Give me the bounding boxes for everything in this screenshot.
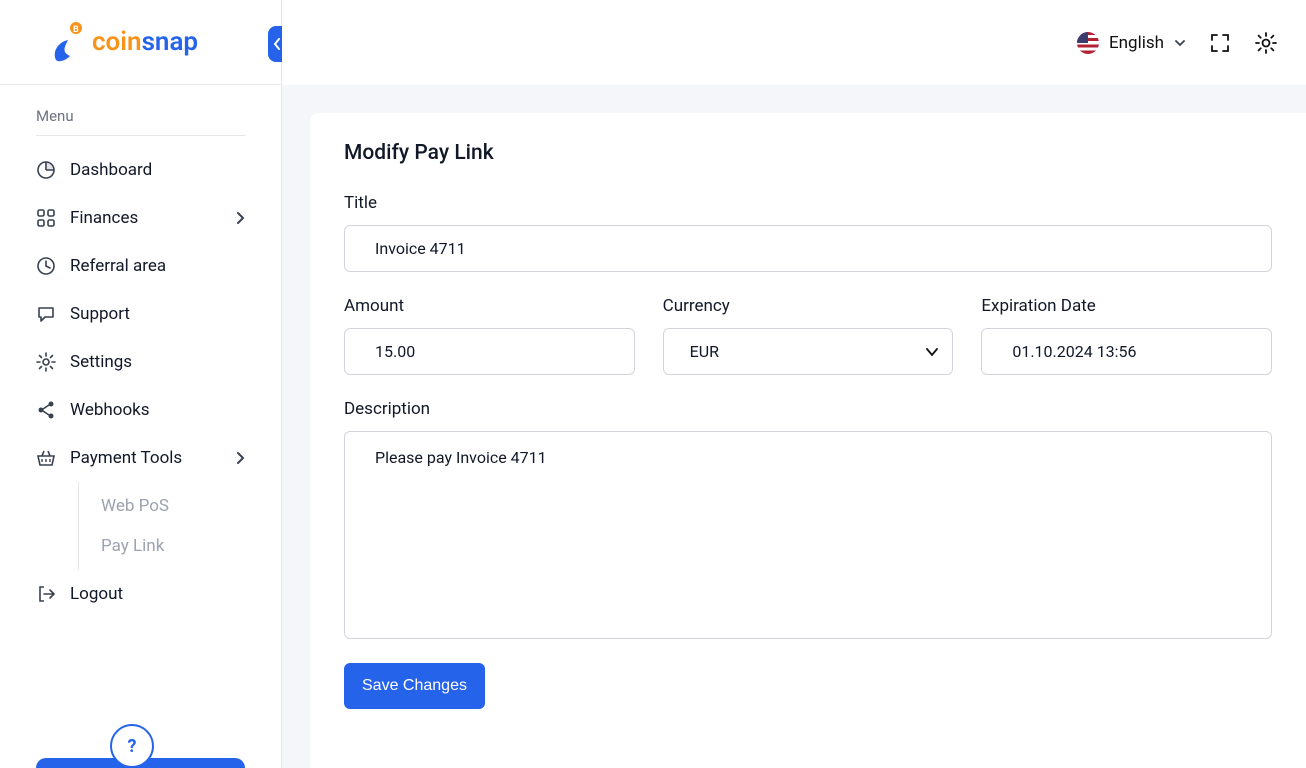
sidebar-item-referral[interactable]: Referral area	[18, 242, 263, 290]
label-amount: Amount	[344, 296, 635, 316]
chat-icon	[36, 304, 56, 324]
chevron-down-icon	[1174, 39, 1186, 47]
select-currency[interactable]: EUR	[663, 328, 954, 375]
logout-icon	[36, 584, 56, 604]
content-card: Modify Pay Link Title Amount Currency EU…	[310, 113, 1306, 768]
sidebar-item-support[interactable]: Support	[18, 290, 263, 338]
input-title[interactable]	[344, 225, 1272, 272]
topbar: English	[282, 0, 1306, 85]
logo[interactable]: B coinsnap	[50, 22, 198, 62]
logo-mark-icon: B	[50, 22, 84, 62]
page-title: Modify Pay Link	[344, 141, 1272, 165]
field-amount: Amount	[344, 296, 635, 375]
sidebar-item-label: Settings	[70, 352, 132, 372]
input-amount[interactable]	[344, 328, 635, 375]
sidebar-item-label: Webhooks	[70, 400, 150, 420]
logo-area: B coinsnap	[0, 0, 281, 85]
main-area: Modify Pay Link Title Amount Currency EU…	[282, 85, 1306, 768]
sidebar-item-logout[interactable]: Logout	[18, 570, 263, 618]
fullscreen-icon[interactable]	[1208, 31, 1232, 55]
textarea-description[interactable]	[344, 431, 1272, 639]
nav: Dashboard Finances Referral area Support…	[0, 146, 281, 618]
language-label: English	[1109, 33, 1164, 53]
logo-text: coinsnap	[92, 27, 198, 57]
save-button[interactable]: Save Changes	[344, 663, 485, 709]
settings-gear-icon[interactable]	[1254, 31, 1278, 55]
sidebar-item-label: Payment Tools	[70, 448, 182, 468]
sidebar-item-label: Support	[70, 304, 130, 324]
gear-icon	[36, 352, 56, 372]
sidebar-item-label: Referral area	[70, 256, 166, 276]
menu-section-label: Menu	[36, 85, 245, 136]
field-title: Title	[344, 193, 1272, 272]
help-button[interactable]	[110, 724, 154, 768]
svg-text:B: B	[73, 25, 79, 35]
flag-us-icon	[1077, 32, 1099, 54]
sidebar-item-webhooks[interactable]: Webhooks	[18, 386, 263, 434]
sidebar-item-payment-tools[interactable]: Payment Tools	[18, 434, 263, 482]
label-currency: Currency	[663, 296, 954, 316]
sidebar: B coinsnap Menu Dashboard Finances Refer…	[0, 0, 282, 768]
chevron-right-icon	[235, 451, 245, 465]
basket-icon	[36, 448, 56, 468]
share-icon	[36, 400, 56, 420]
sidebar-item-label: Finances	[70, 208, 138, 228]
grid-icon	[36, 208, 56, 228]
chevron-right-icon	[235, 211, 245, 225]
label-title: Title	[344, 193, 1272, 213]
label-expiration: Expiration Date	[981, 296, 1272, 316]
submenu-item-web-pos[interactable]: Web PoS	[95, 486, 263, 526]
label-description: Description	[344, 399, 1272, 419]
sidebar-item-label: Dashboard	[70, 160, 152, 180]
payment-tools-submenu: Web PoS Pay Link	[78, 482, 263, 570]
input-expiration[interactable]	[981, 328, 1272, 375]
sidebar-item-dashboard[interactable]: Dashboard	[18, 146, 263, 194]
dashboard-icon	[36, 160, 56, 180]
field-currency: Currency EUR	[663, 296, 954, 375]
sidebar-item-label: Logout	[70, 584, 123, 604]
field-expiration: Expiration Date	[981, 296, 1272, 375]
field-description: Description	[344, 399, 1272, 639]
submenu-item-pay-link[interactable]: Pay Link	[95, 526, 263, 566]
language-selector[interactable]: English	[1077, 32, 1186, 54]
clock-icon	[36, 256, 56, 276]
sidebar-item-settings[interactable]: Settings	[18, 338, 263, 386]
sidebar-item-finances[interactable]: Finances	[18, 194, 263, 242]
